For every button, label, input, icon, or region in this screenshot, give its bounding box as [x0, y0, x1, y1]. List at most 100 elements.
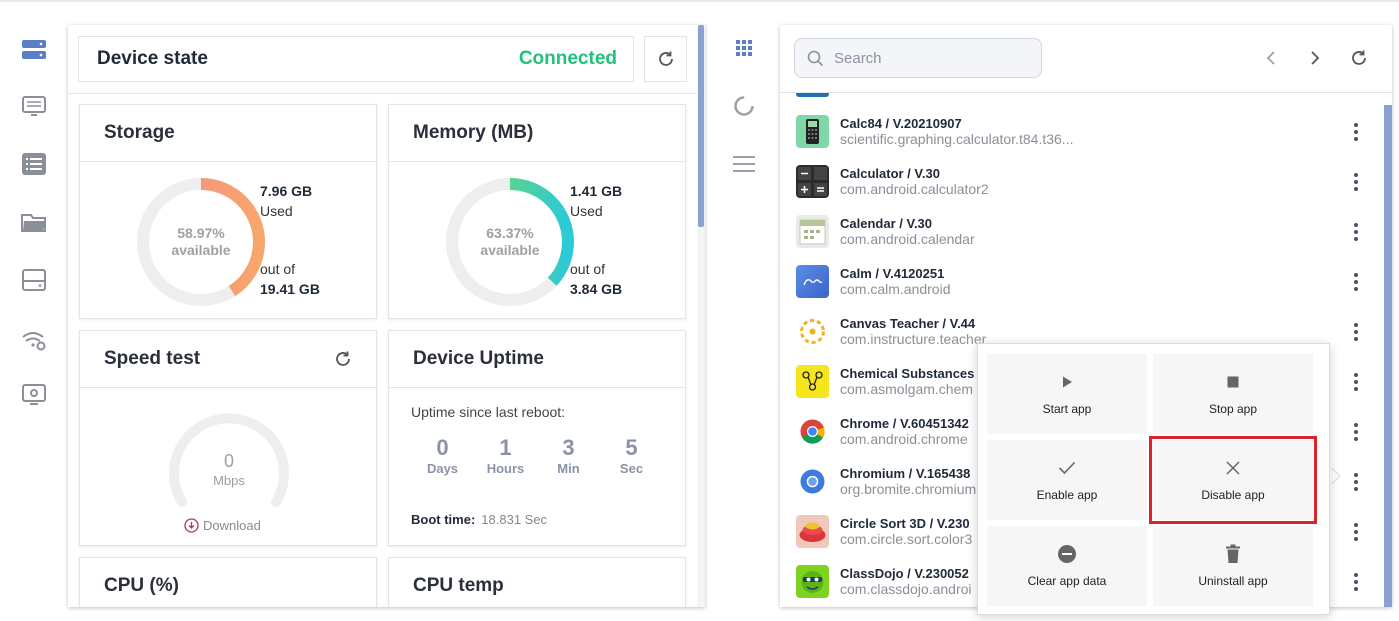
memory-percent: 63.37%: [486, 225, 534, 241]
enable-app-button[interactable]: Enable app: [987, 440, 1147, 520]
storage-used-label: Used: [260, 203, 293, 219]
chevron-left-icon: [1266, 51, 1275, 65]
download-icon: [184, 518, 199, 533]
storage-card: Storage 58.97% available 7.96 GB Used ou…: [79, 104, 377, 319]
memory-used-value: 1.41 GB: [570, 183, 623, 199]
clear-app-data-label: Clear app data: [1027, 574, 1107, 588]
memory-outof-label: out of: [570, 261, 606, 277]
wifi-settings-icon[interactable]: [20, 326, 48, 354]
boot-time-label: Boot time:: [411, 512, 476, 527]
calendar-app-icon: [796, 215, 829, 248]
stop-icon: [1227, 376, 1239, 388]
memory-title: Memory (MB): [413, 122, 534, 143]
app-name: Chemical Substances: [840, 366, 975, 381]
memory-card: Memory (MB) 63.37% available 1.41 GB Use…: [388, 104, 686, 319]
storage-drive-icon[interactable]: [20, 266, 48, 294]
disable-app-button[interactable]: Disable app: [1149, 436, 1317, 524]
list-icon[interactable]: [20, 150, 48, 178]
cpu-title: CPU (%): [104, 575, 179, 596]
server-icon[interactable]: [20, 36, 48, 64]
start-app-label: Start app: [1042, 402, 1092, 416]
apps-scrollbar[interactable]: [1384, 105, 1392, 607]
app-package: com.android.calendar: [840, 231, 975, 247]
monitor-icon[interactable]: [20, 92, 48, 120]
circle-sort-app-icon: [796, 515, 829, 548]
app-name: Calendar / V.30: [840, 216, 933, 231]
app-package: com.instructure.teacher: [840, 331, 987, 347]
storage-total-value: 19.41 GB: [260, 281, 320, 297]
app-row-calculator[interactable]: Calculator / V.30 com.android.calculator…: [780, 165, 1380, 215]
apps-refresh-button[interactable]: [1346, 45, 1372, 71]
screen-settings-icon[interactable]: [20, 380, 48, 408]
menu-lines-icon[interactable]: [731, 151, 757, 177]
disable-app-label: Disable app: [1201, 488, 1265, 502]
device-refresh-button[interactable]: [644, 36, 687, 82]
uptime-minutes: 3 Min: [557, 435, 580, 476]
stop-app-button[interactable]: Stop app: [1153, 354, 1313, 434]
device-state-bar: Device state Connected: [78, 36, 634, 82]
app-options-button[interactable]: [1346, 269, 1366, 295]
play-icon: [1063, 376, 1072, 388]
app-options-button[interactable]: [1346, 569, 1366, 595]
minus-circle-icon: [1058, 545, 1076, 563]
chevron-right-icon: [1311, 51, 1320, 65]
chemical-substances-app-icon: [796, 365, 829, 398]
device-panel-scrollbar[interactable]: [697, 25, 705, 607]
search-box[interactable]: [794, 38, 1042, 78]
app-package: scientific.graphing.calculator.t84.t36..…: [840, 131, 1074, 147]
download-label: Download: [203, 518, 261, 533]
app-options-button[interactable]: [1346, 169, 1366, 195]
app-options-button[interactable]: [1346, 519, 1366, 545]
uptime-label: Uptime since last reboot:: [411, 404, 566, 420]
apps-grid-icon[interactable]: [731, 35, 757, 61]
memory-used-label: Used: [570, 203, 603, 219]
chrome-app-icon: [796, 415, 829, 448]
trash-icon: [1226, 544, 1240, 563]
calc84-app-icon: [796, 115, 829, 148]
uninstall-app-button[interactable]: Uninstall app: [1153, 526, 1313, 606]
app-options-button[interactable]: [1346, 319, 1366, 345]
uptime-hours: 1 Hours: [486, 435, 525, 476]
app-name: Chromium / V.165438: [840, 466, 971, 481]
close-icon: [1226, 461, 1240, 475]
canvas-teacher-app-icon: [796, 315, 829, 348]
app-name: ClassDojo / V.230052: [840, 566, 969, 581]
speed-unit: Mbps: [213, 473, 245, 488]
app-package: com.asmolgam.chem: [840, 381, 974, 397]
chromium-app-icon: [796, 465, 829, 498]
storage-available-label: available: [171, 242, 231, 258]
app-options-button[interactable]: [1346, 219, 1366, 245]
app-options-button[interactable]: [1346, 419, 1366, 445]
download-button[interactable]: Download: [184, 518, 261, 533]
app-name: Chrome / V.60451342: [840, 416, 969, 431]
app-row-calc84[interactable]: Calc84 / V.20210907 scientific.graphing.…: [780, 115, 1380, 165]
storage-ring: 58.97% available: [135, 176, 267, 308]
app-icon-partial: [796, 93, 829, 97]
folder-icon[interactable]: [20, 208, 48, 236]
app-name: Circle Sort 3D / V.230: [840, 516, 970, 531]
prev-page-button[interactable]: [1258, 45, 1284, 71]
calm-app-icon: [796, 265, 829, 298]
memory-ring: 63.37% available: [444, 176, 576, 308]
uptime-card: Device Uptime Uptime since last reboot: …: [388, 330, 686, 546]
boot-time: Boot time: 18.831 Sec: [411, 512, 547, 527]
start-app-button[interactable]: Start app: [987, 354, 1147, 434]
clear-app-data-button[interactable]: Clear app data: [987, 526, 1147, 606]
speed-test-card: Speed test 0 Mbps Download: [79, 330, 377, 546]
speed-refresh-icon[interactable]: [334, 350, 352, 368]
app-options-button[interactable]: [1346, 369, 1366, 395]
search-input[interactable]: [834, 49, 1024, 67]
next-page-button[interactable]: [1302, 45, 1328, 71]
app-row-calendar[interactable]: Calendar / V.30 com.android.calendar: [780, 215, 1380, 265]
app-options-button[interactable]: [1346, 119, 1366, 145]
uninstall-app-label: Uninstall app: [1198, 574, 1268, 588]
enable-app-label: Enable app: [1036, 488, 1098, 502]
stop-app-label: Stop app: [1208, 402, 1258, 416]
speed-value: 0: [223, 451, 234, 471]
check-icon: [1058, 461, 1076, 475]
top-divider: [0, 0, 1399, 2]
processes-icon[interactable]: [731, 93, 757, 119]
app-options-button[interactable]: [1346, 469, 1366, 495]
app-name: Calc84 / V.20210907: [840, 116, 962, 131]
app-row-calm[interactable]: Calm / V.4120251 com.calm.android: [780, 265, 1380, 315]
